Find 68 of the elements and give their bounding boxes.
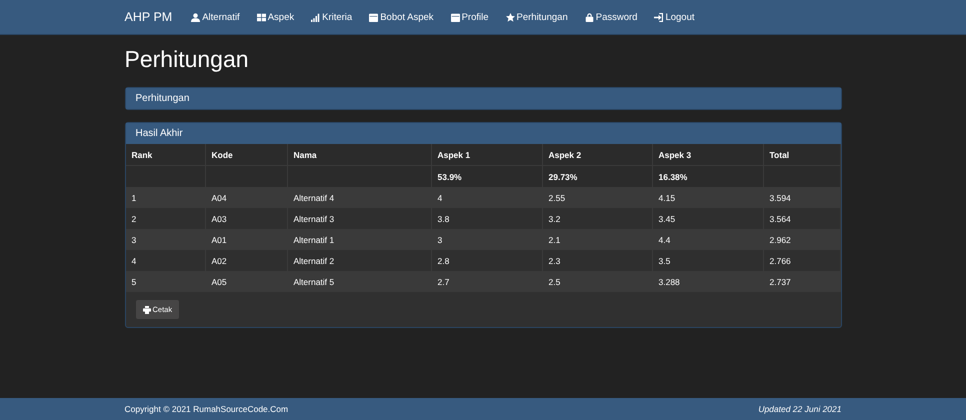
- table-cell: A04: [205, 187, 287, 208]
- nav-link[interactable]: Profile: [450, 12, 488, 22]
- column-header: Aspek 2: [542, 144, 652, 166]
- column-header: Aspek 1: [431, 144, 542, 166]
- user-icon: [191, 12, 200, 22]
- table-cell: Alternatif 2: [287, 250, 431, 271]
- column-header: Rank: [126, 144, 205, 166]
- table-cell: 4: [126, 250, 205, 271]
- table-cell: 2.1: [542, 229, 652, 250]
- table-cell: 3.564: [763, 208, 840, 229]
- table-cell: 3: [431, 229, 542, 250]
- table-cell: 4: [431, 187, 542, 208]
- table-cell: 4.4: [652, 229, 763, 250]
- updated-text: Updated 22 Juni 2021: [758, 404, 842, 414]
- panel-heading: Perhitungan: [126, 88, 840, 109]
- nav-link[interactable]: Perhitungan: [506, 12, 568, 22]
- nav-link[interactable]: Alternatif: [191, 12, 240, 22]
- table-cell: A01: [205, 229, 287, 250]
- table-cell: A02: [205, 250, 287, 271]
- page-title: Perhitungan: [124, 46, 250, 73]
- table-cell: 53.9%: [431, 166, 542, 187]
- brand-link[interactable]: AHP PM: [124, 10, 172, 24]
- column-header: Total: [763, 144, 840, 166]
- bar-chart-icon: [311, 12, 320, 22]
- table-cell: 5: [126, 271, 205, 292]
- table-cell: A03: [205, 208, 287, 229]
- table-cell: 2.8: [431, 250, 542, 271]
- table-cell: 3.2: [542, 208, 652, 229]
- calendar-icon: [450, 12, 460, 22]
- column-header: Aspek 3: [652, 144, 763, 166]
- nav-link[interactable]: Password: [584, 12, 638, 22]
- table-cell: 3.45: [652, 208, 763, 229]
- calendar-icon: [369, 12, 378, 22]
- table-cell: 1: [126, 187, 205, 208]
- table-cell: 3.8: [431, 208, 542, 229]
- table-cell: 2.962: [763, 229, 840, 250]
- table-cell: 3: [126, 229, 205, 250]
- table-cell: 2: [126, 208, 205, 229]
- table-cell: 2.737: [763, 271, 840, 292]
- table-cell: Alternatif 4: [287, 187, 431, 208]
- panel-heading: Hasil Akhir: [126, 123, 840, 144]
- copyright-text: Copyright © 2021 RumahSourceCode.Com: [124, 404, 288, 414]
- table-cell: 2.3: [542, 250, 652, 271]
- lock-icon: [584, 12, 594, 22]
- grid-icon: [256, 12, 266, 22]
- table-cell: Alternatif 5: [287, 271, 431, 292]
- table-cell: 3.5: [652, 250, 763, 271]
- table-cell: 3.288: [652, 271, 763, 292]
- table-cell: Alternatif 1: [287, 229, 431, 250]
- table-cell: 3.594: [763, 187, 840, 208]
- column-header: Nama: [287, 144, 431, 166]
- printer-icon: [142, 306, 150, 314]
- table-cell: 2.5: [542, 271, 652, 292]
- table-cell: Alternatif 3: [287, 208, 431, 229]
- nav-link[interactable]: Kriteria: [311, 12, 352, 22]
- sign-in-icon: [654, 12, 664, 22]
- table-cell: 29.73%: [542, 166, 652, 187]
- nav-link[interactable]: Aspek: [256, 12, 294, 22]
- column-header: Kode: [205, 144, 287, 166]
- table-cell: 16.38%: [652, 166, 763, 187]
- star-icon: [506, 12, 514, 22]
- table-cell: 2.766: [763, 250, 840, 271]
- nav-link[interactable]: Logout: [654, 12, 695, 22]
- table-cell: A05: [205, 271, 287, 292]
- table-cell: 2.55: [542, 187, 652, 208]
- table-cell: 4.15: [652, 187, 763, 208]
- nav-link[interactable]: Bobot Aspek: [369, 12, 434, 22]
- table-cell: 2.7: [431, 271, 542, 292]
